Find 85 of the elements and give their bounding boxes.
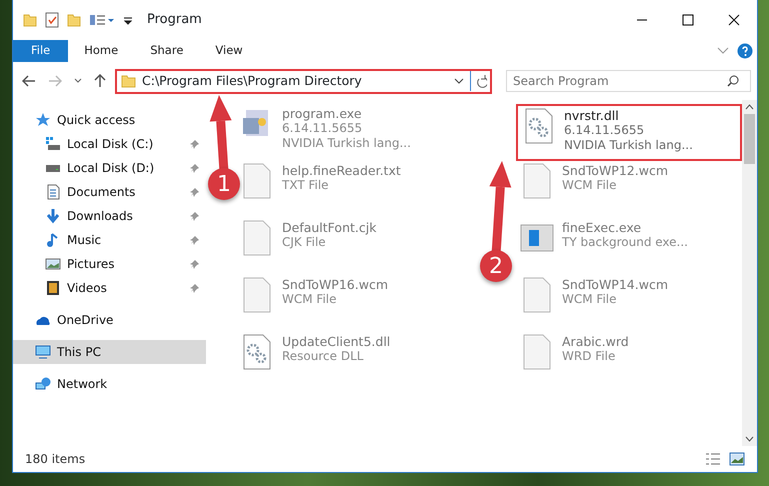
- file-detail: NVIDIA Turkish lang...: [282, 136, 411, 151]
- item-count: 180 items: [25, 451, 86, 468]
- file-item[interactable]: program.exe 6.14.11.5655 NVIDIA Turkish lang...: [236, 104, 476, 161]
- video-icon: [45, 280, 61, 296]
- pc-icon: [35, 344, 51, 360]
- sidebar-label: Quick access: [57, 112, 136, 129]
- file-name: SndToWP12.wcm: [562, 163, 668, 178]
- sidebar-item[interactable]: Local Disk (D:): [13, 156, 206, 180]
- sidebar-label: OneDrive: [57, 312, 114, 329]
- file-name: help.fineReader.txt: [282, 163, 401, 178]
- ribbon-tab[interactable]: Home: [68, 40, 134, 62]
- file-detail: NVIDIA Turkish lang...: [564, 138, 693, 153]
- minimize-icon: [636, 19, 648, 21]
- sidebar-item[interactable]: Local Disk (C:): [13, 132, 206, 156]
- ribbon-tab[interactable]: Share: [134, 40, 200, 62]
- scrollbar[interactable]: [742, 100, 757, 446]
- search-icon: [727, 75, 739, 87]
- file-item[interactable]: fineExec.exe TY background exe...: [516, 218, 742, 275]
- scrollbar-thumb[interactable]: [744, 114, 755, 164]
- file-name: fineExec.exe: [562, 220, 642, 235]
- star-icon: [35, 112, 51, 128]
- search-field[interactable]: Search Program: [506, 70, 751, 92]
- dropdown-icon[interactable]: [454, 78, 464, 84]
- sidebar-label: Pictures: [67, 256, 115, 273]
- file-detail: 6.14.11.5655: [282, 121, 364, 136]
- file-name: Arabic.wrd: [562, 334, 629, 349]
- file-detail: CJK File: [282, 235, 327, 250]
- sidebar-item[interactable]: Network: [13, 372, 206, 396]
- sidebar-label: Downloads: [67, 208, 133, 225]
- download-icon: [45, 208, 61, 224]
- file-name: program.exe: [282, 106, 363, 121]
- sidebar-label: Network: [57, 376, 108, 393]
- file-name: SndToWP16.wcm: [282, 277, 388, 292]
- sidebar-label: Videos: [67, 280, 107, 297]
- large-icons-view-icon[interactable]: [729, 452, 745, 466]
- close-icon: [728, 14, 740, 26]
- maximize-icon: [682, 14, 694, 26]
- sidebar-item[interactable]: Pictures: [13, 252, 206, 276]
- help-icon[interactable]: [737, 43, 753, 59]
- ribbon-tab[interactable]: View: [199, 40, 259, 62]
- sidebar-label: Documents: [67, 184, 136, 201]
- file-item[interactable]: nvrstr.dll 6.14.11.5655 NVIDIA Turkish lang...: [516, 104, 742, 161]
- address-bar[interactable]: C:\Program Files\Program Directory: [115, 68, 492, 94]
- sidebar-item[interactable]: Downloads: [13, 204, 206, 228]
- file-item[interactable]: UpdateClient5.dll Resource DLL: [236, 332, 476, 389]
- sidebar-item[interactable]: OneDrive: [13, 308, 206, 332]
- expand-ribbon-icon[interactable]: [717, 47, 729, 55]
- sidebar-label: This PC: [57, 344, 101, 361]
- file-detail: 6.14.11.5655: [564, 123, 646, 138]
- sidebar-item[interactable]: Videos: [13, 276, 206, 300]
- file-detail: WRD File: [562, 349, 616, 364]
- file-item[interactable]: SndToWP14.wcm WCM File: [516, 275, 742, 332]
- file-item[interactable]: SndToWP16.wcm WCM File: [236, 275, 476, 332]
- sidebar-label: Local Disk (D:): [67, 160, 154, 177]
- document-icon: [45, 184, 61, 200]
- refresh-icon[interactable]: [470, 71, 490, 91]
- sidebar-label: Local Disk (C:): [67, 136, 154, 153]
- sidebar-item[interactable]: Documents: [13, 180, 206, 204]
- file-name: nvrstr.dll: [564, 108, 620, 123]
- drive-c-icon: [45, 136, 61, 152]
- file-detail: WCM File: [562, 292, 618, 307]
- sidebar-item[interactable]: Music: [13, 228, 206, 252]
- file-name: DefaultFont.cjk: [282, 220, 376, 235]
- sidebar-item[interactable]: This PC: [13, 340, 206, 364]
- file-detail: TXT File: [282, 178, 330, 193]
- file-item[interactable]: DefaultFont.cjk CJK File: [236, 218, 476, 275]
- file-item[interactable]: SndToWP12.wcm WCM File: [516, 161, 742, 218]
- file-detail: Resource DLL: [282, 349, 364, 364]
- address-path: C:\Program Files\Program Directory: [142, 72, 362, 90]
- file-detail: TY background exe...: [562, 235, 688, 250]
- file-detail: WCM File: [562, 178, 618, 193]
- network-icon: [35, 376, 51, 392]
- file-name: SndToWP14.wcm: [562, 277, 668, 292]
- window-title: Program: [147, 11, 202, 30]
- folder-icon: [121, 74, 136, 88]
- properties-icon[interactable]: [45, 12, 59, 28]
- sidebar-label: Music: [67, 232, 102, 249]
- file-name: UpdateClient5.dll: [282, 334, 390, 349]
- details-view-icon[interactable]: [705, 452, 721, 466]
- view-menu-icon[interactable]: [89, 13, 115, 27]
- sidebar-item[interactable]: Quick access: [13, 108, 206, 132]
- ribbon-tab[interactable]: File: [13, 40, 68, 62]
- file-item[interactable]: Arabic.wrd WRD File: [516, 332, 742, 389]
- file-detail: WCM File: [282, 292, 338, 307]
- picture-icon: [45, 256, 61, 272]
